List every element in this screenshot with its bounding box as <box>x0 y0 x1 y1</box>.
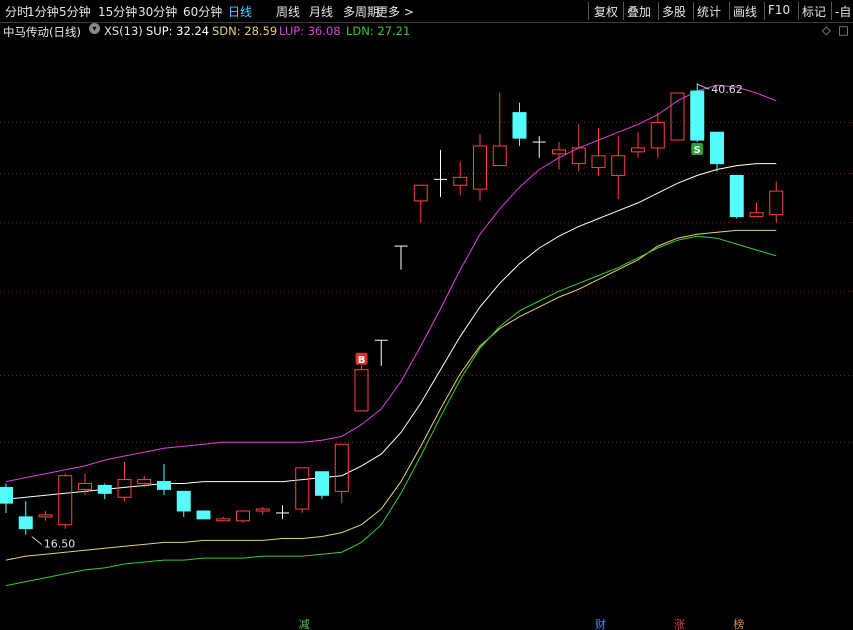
collapse-icon[interactable]: □ <box>838 23 849 37</box>
kline-chart[interactable]: 40.62 16.50 B S 减 财 涨 榜 <box>0 40 853 630</box>
period-tab-7[interactable]: 周线 <box>276 3 300 20</box>
indicator-line-lup <box>5 84 777 483</box>
candle-body <box>690 90 705 141</box>
toolbar-divider <box>798 2 799 20</box>
tool-button-5[interactable]: F10 <box>768 3 790 17</box>
candle-body <box>157 481 171 490</box>
high-price-label: 40.62 <box>711 83 743 96</box>
candle-body <box>236 510 250 522</box>
candle-body <box>117 479 132 498</box>
candle-body <box>729 174 744 218</box>
candle-body <box>315 471 329 496</box>
period-tab-8[interactable]: 月线 <box>309 3 333 20</box>
tool-button-7[interactable]: -自 <box>835 3 851 20</box>
candle-body <box>650 121 665 149</box>
candle-body <box>512 112 527 139</box>
high-pointer <box>697 83 710 90</box>
candle-body <box>769 190 784 216</box>
tool-button-1[interactable]: 叠加 <box>627 3 651 20</box>
event-marker: 涨 <box>674 618 685 630</box>
candle-body <box>631 147 645 153</box>
period-tab-2[interactable]: 5分钟 <box>59 3 91 20</box>
candle-body <box>591 155 606 169</box>
ldn-value: LDN: 27.21 <box>346 24 411 38</box>
indicator-line-sup <box>5 163 777 500</box>
signal-label: B <box>358 355 366 366</box>
indicator-legend: 中马传动(日线) ▾ XS(13) SUP: 32.24 SDN: 28.59 … <box>0 22 853 39</box>
candle-body <box>749 212 764 218</box>
tool-button-3[interactable]: 统计 <box>697 3 721 20</box>
tool-button-4[interactable]: 画线 <box>733 3 757 20</box>
candle-body <box>670 92 685 141</box>
period-tab-0[interactable]: 分时 <box>5 3 29 20</box>
event-marker: 财 <box>595 617 606 630</box>
candle-body <box>78 483 92 490</box>
low-pointer <box>31 536 43 545</box>
toolbar-divider <box>588 2 589 20</box>
event-marker: 榜 <box>733 617 744 630</box>
lup-value: LUP: 36.08 <box>279 24 341 38</box>
period-tab-3[interactable]: 15分钟 <box>98 3 137 20</box>
toolbar-divider <box>764 2 765 20</box>
stock-title: 中马传动(日线) <box>3 25 81 39</box>
candle-body <box>255 508 270 512</box>
period-tab-9[interactable]: 多周期 <box>343 3 379 20</box>
candle-body <box>334 443 349 492</box>
toolbar-divider <box>658 2 659 20</box>
tool-button-6[interactable]: 标记 <box>802 3 826 20</box>
candle-body <box>552 149 566 155</box>
period-tab-1[interactable]: 1分钟 <box>27 3 59 20</box>
candle-body <box>137 479 152 485</box>
candle-body <box>611 155 626 176</box>
tool-button-2[interactable]: 多股 <box>662 3 686 20</box>
indicator-line-ldn <box>5 235 777 587</box>
diamond-icon[interactable]: ◇ <box>822 23 831 37</box>
candle-body <box>473 145 487 190</box>
period-tab-5[interactable]: 60分钟 <box>183 3 222 20</box>
toolbar-divider <box>693 2 694 20</box>
event-marker: 减 <box>299 618 310 630</box>
candle-body <box>97 484 112 494</box>
signal-label: S <box>694 145 701 156</box>
period-tab-10[interactable]: 更多 > <box>376 3 414 20</box>
period-tab-6[interactable]: 日线 <box>228 3 252 20</box>
period-toolbar: 分时 1分钟 5分钟 15分钟 30分钟 60分钟 日线 周线 月线 多周期 更多 > 复权 叠加 多股统… <box>0 0 853 23</box>
candle-body <box>413 184 428 202</box>
sdn-value: SDN: 28.59 <box>212 24 278 38</box>
candle-body <box>216 518 231 522</box>
candle-body <box>196 510 211 520</box>
candle-body <box>492 145 507 167</box>
candle-body <box>18 516 33 530</box>
candle-body <box>58 475 73 526</box>
candle-body <box>176 490 191 512</box>
toolbar-divider <box>623 2 624 20</box>
sup-value: SUP: 32.24 <box>146 24 210 38</box>
toolbar-divider <box>831 2 832 20</box>
indicator-settings-icon[interactable]: ▾ <box>89 23 100 34</box>
period-tab-4[interactable]: 30分钟 <box>138 3 177 20</box>
candle-body <box>295 467 310 510</box>
candle-body <box>453 176 468 186</box>
indicator-name[interactable]: XS(13) <box>104 24 143 38</box>
tool-button-0[interactable]: 复权 <box>594 3 618 20</box>
candle-body <box>710 131 724 165</box>
candle-body <box>0 486 13 504</box>
toolbar-divider <box>729 2 730 20</box>
candle-body <box>38 514 53 518</box>
low-price-label: 16.50 <box>44 538 76 551</box>
